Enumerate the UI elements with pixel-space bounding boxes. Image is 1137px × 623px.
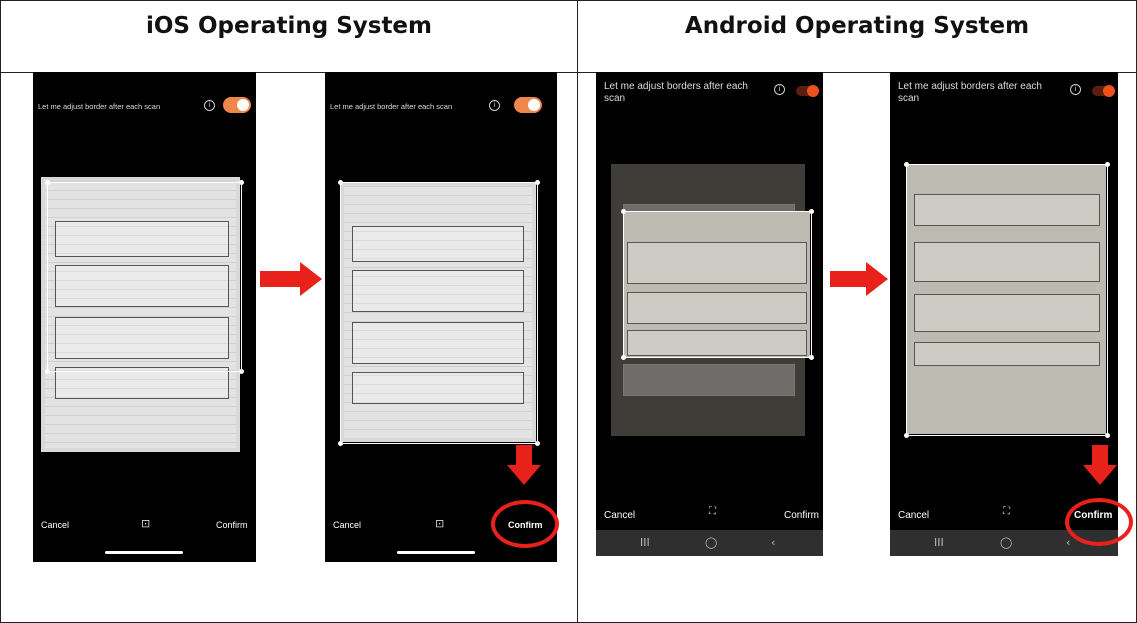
column-divider — [577, 1, 578, 622]
android-screen-before: Let me adjust borders after each scan i … — [596, 72, 823, 556]
confirm-button[interactable]: Confirm — [216, 520, 248, 530]
ios-toggle-row: Let me adjust border after each scan — [38, 102, 250, 111]
info-icon[interactable]: i — [204, 100, 215, 111]
system-nav-bar: III ◯ ‹ — [596, 530, 823, 556]
home-button[interactable]: ◯ — [1000, 536, 1012, 549]
down-arrow-icon — [507, 445, 541, 485]
home-indicator — [397, 551, 475, 554]
recent-apps-button[interactable]: III — [934, 536, 944, 549]
back-button[interactable]: ‹ — [771, 536, 775, 549]
ios-screen-after: Let me adjust border after each scan i C… — [325, 72, 557, 562]
home-button[interactable]: ◯ — [705, 536, 717, 549]
crop-expand-icon[interactable]: ⛶ — [709, 506, 716, 517]
cancel-button[interactable]: Cancel — [898, 510, 929, 521]
crop-expand-icon[interactable]: ⊡ — [435, 517, 444, 530]
highlight-circle — [491, 500, 559, 548]
info-icon[interactable]: i — [774, 84, 785, 95]
home-indicator — [105, 551, 183, 554]
toggle-label: Let me adjust border after each scan — [330, 102, 453, 111]
info-icon[interactable]: i — [489, 100, 500, 111]
toggle-label: Let me adjust borders after each scan — [604, 81, 748, 104]
adjust-border-toggle[interactable] — [1092, 85, 1115, 97]
crop-expand-icon[interactable]: ⊡ — [141, 517, 150, 530]
cancel-button[interactable]: Cancel — [604, 510, 635, 521]
crop-border[interactable] — [45, 180, 244, 374]
adjust-border-toggle[interactable] — [223, 97, 251, 113]
toggle-label: Let me adjust border after each scan — [38, 102, 161, 111]
android-column-title: Android Operating System — [684, 13, 1030, 39]
right-arrow-icon — [260, 262, 322, 296]
ios-screen-before: Let me adjust border after each scan i C… — [33, 72, 256, 562]
cancel-button[interactable]: Cancel — [333, 520, 361, 530]
adjust-border-toggle[interactable] — [514, 97, 542, 113]
confirm-button[interactable]: Confirm — [784, 510, 819, 521]
toggle-label: Let me adjust borders after each scan — [898, 81, 1042, 104]
crop-border[interactable] — [621, 209, 814, 360]
crop-border[interactable] — [338, 180, 540, 446]
right-arrow-icon — [830, 262, 888, 296]
cancel-button[interactable]: Cancel — [41, 520, 69, 530]
adjust-border-toggle[interactable] — [796, 85, 819, 97]
back-button[interactable]: ‹ — [1066, 536, 1070, 549]
crop-expand-icon[interactable]: ⛶ — [1003, 506, 1010, 517]
info-icon[interactable]: i — [1070, 84, 1081, 95]
highlight-circle — [1065, 498, 1133, 546]
ios-column-title: iOS Operating System — [145, 13, 433, 39]
down-arrow-icon — [1083, 445, 1117, 485]
crop-border[interactable] — [904, 162, 1110, 438]
recent-apps-button[interactable]: III — [640, 536, 650, 549]
